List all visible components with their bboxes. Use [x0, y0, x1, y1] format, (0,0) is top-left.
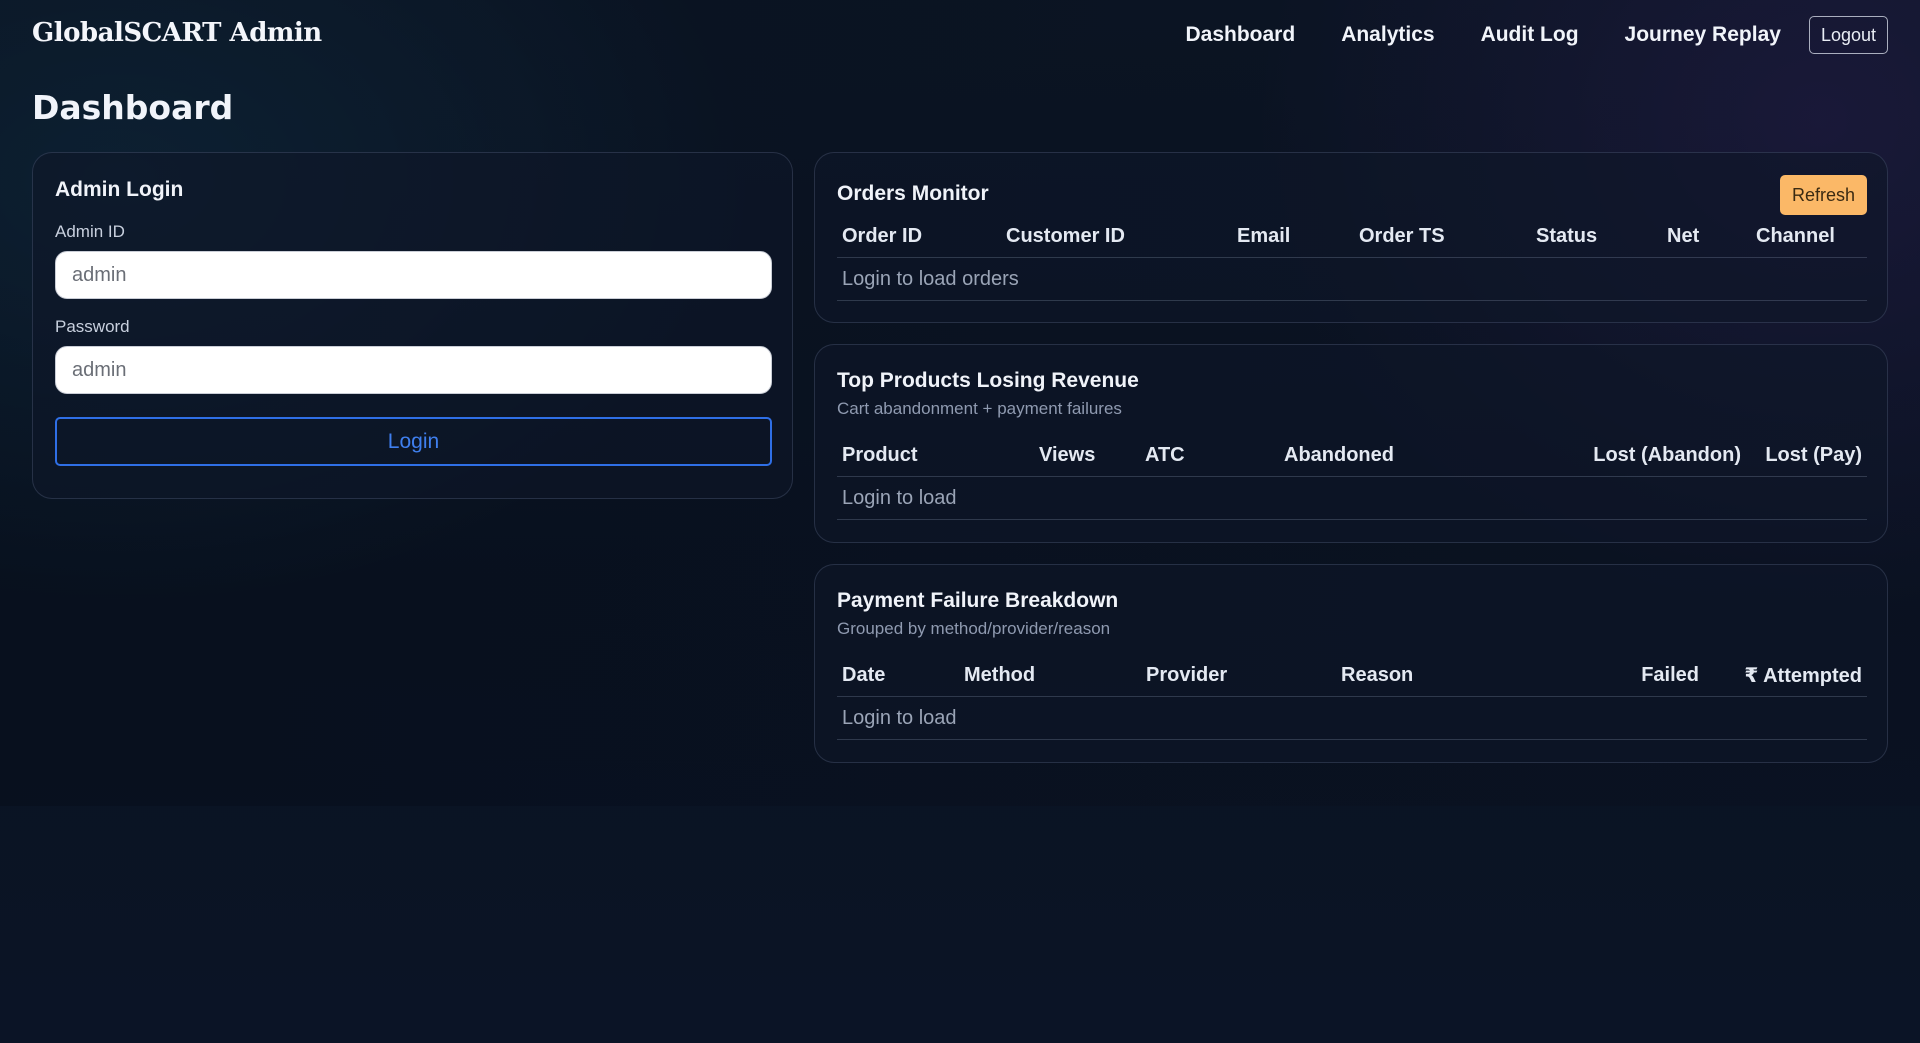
- top-products-title: Top Products Losing Revenue: [837, 369, 1139, 392]
- column-header-method[interactable]: Method: [959, 654, 1141, 697]
- empty-state-text: Login to load orders: [837, 257, 1867, 301]
- table-header-row: Product Views ATC Abandoned Lost (Abando…: [837, 434, 1867, 477]
- app-container: GlobalSCART Admin Dashboard Analytics Au…: [0, 0, 1920, 806]
- login-button[interactable]: Login: [55, 417, 772, 466]
- column-header-reason[interactable]: Reason: [1336, 654, 1571, 697]
- orders-table: Order ID Customer ID Email Order TS Stat…: [837, 215, 1867, 301]
- column-header-net[interactable]: Net: [1662, 215, 1751, 258]
- top-products-card: Top Products Losing Revenue Cart abandon…: [814, 344, 1888, 543]
- admin-id-input[interactable]: [55, 251, 772, 299]
- payment-failure-table: Date Method Provider Reason Failed ₹ Att…: [837, 654, 1867, 740]
- column-header-email[interactable]: Email: [1232, 215, 1354, 258]
- table-row: Login to load orders: [837, 257, 1867, 301]
- column-header-order-ts[interactable]: Order TS: [1354, 215, 1531, 258]
- nav-link-audit-log[interactable]: Audit Log: [1481, 16, 1579, 54]
- column-header-channel[interactable]: Channel: [1751, 215, 1867, 258]
- empty-state-text: Login to load: [837, 476, 1867, 520]
- column-header-failed[interactable]: Failed: [1571, 654, 1704, 697]
- table-header-row: Order ID Customer ID Email Order TS Stat…: [837, 215, 1867, 258]
- column-header-provider[interactable]: Provider: [1141, 654, 1336, 697]
- column-header-lost-abandon[interactable]: Lost (Abandon): [1524, 434, 1746, 477]
- orders-card-title: Orders Monitor: [837, 182, 989, 205]
- orders-monitor-card: Orders Monitor Refresh Order ID Customer…: [814, 152, 1888, 323]
- password-input[interactable]: [55, 346, 772, 394]
- payment-failure-card: Payment Failure Breakdown Grouped by met…: [814, 564, 1888, 763]
- payment-failure-title: Payment Failure Breakdown: [837, 589, 1119, 612]
- login-card-title: Admin Login: [55, 178, 184, 201]
- table-header-row: Date Method Provider Reason Failed ₹ Att…: [837, 654, 1867, 697]
- table-row: Login to load: [837, 476, 1867, 520]
- column-header-lost-pay[interactable]: Lost (Pay): [1746, 434, 1867, 477]
- password-label: Password: [55, 317, 130, 336]
- column-header-date[interactable]: Date: [837, 654, 959, 697]
- top-navbar: GlobalSCART Admin Dashboard Analytics Au…: [0, 0, 1920, 72]
- column-header-views[interactable]: Views: [1034, 434, 1140, 477]
- column-header-product[interactable]: Product: [837, 434, 1034, 477]
- column-header-status[interactable]: Status: [1531, 215, 1662, 258]
- nav-link-analytics[interactable]: Analytics: [1341, 16, 1434, 54]
- logout-button[interactable]: Logout: [1808, 16, 1888, 54]
- table-row: Login to load: [837, 696, 1867, 740]
- main-nav: Dashboard Analytics Audit Log Journey Re…: [1186, 16, 1888, 54]
- brand-logo[interactable]: GlobalSCART Admin: [32, 18, 322, 48]
- column-header-customer-id[interactable]: Customer ID: [1001, 215, 1232, 258]
- column-header-atc[interactable]: ATC: [1140, 434, 1279, 477]
- admin-login-card: Admin Login Admin ID Password Login: [32, 152, 793, 499]
- top-products-subtitle: Cart abandonment + payment failures: [837, 399, 1122, 418]
- empty-state-text: Login to load: [837, 696, 1867, 740]
- nav-link-dashboard[interactable]: Dashboard: [1186, 16, 1296, 54]
- page-title: Dashboard: [32, 88, 234, 127]
- column-header-abandoned[interactable]: Abandoned: [1279, 434, 1524, 477]
- refresh-button[interactable]: Refresh: [1779, 175, 1867, 215]
- column-header-amount-attempted[interactable]: ₹ Attempted: [1704, 654, 1867, 697]
- column-header-order-id[interactable]: Order ID: [837, 215, 1001, 258]
- top-products-table: Product Views ATC Abandoned Lost (Abando…: [837, 434, 1867, 520]
- admin-id-label: Admin ID: [55, 222, 125, 241]
- payment-failure-subtitle: Grouped by method/provider/reason: [837, 619, 1111, 638]
- nav-link-journey-replay[interactable]: Journey Replay: [1625, 16, 1781, 54]
